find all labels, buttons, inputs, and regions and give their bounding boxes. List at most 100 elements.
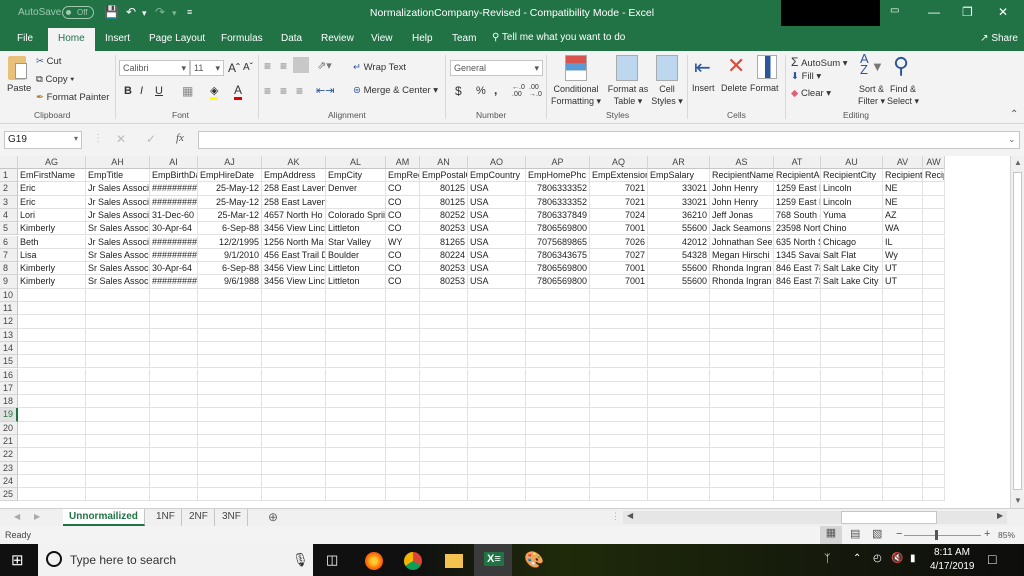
table-cell[interactable] (86, 421, 150, 435)
table-cell[interactable] (923, 222, 945, 236)
table-cell[interactable] (198, 395, 262, 409)
table-cell[interactable] (86, 408, 150, 422)
table-cell[interactable] (883, 315, 923, 329)
table-cell[interactable]: Jeff Jonas (710, 208, 774, 223)
table-cell[interactable] (590, 408, 648, 422)
table-cell[interactable] (150, 421, 198, 435)
table-cell[interactable] (821, 355, 883, 369)
table-cell[interactable]: Littleton (326, 222, 386, 236)
table-cell[interactable] (420, 488, 468, 502)
table-cell[interactable]: 30-Apr-64 (150, 222, 198, 236)
tab-help[interactable]: Help (412, 33, 433, 44)
table-cell[interactable] (18, 355, 86, 369)
table-cell[interactable] (326, 288, 386, 302)
table-cell[interactable]: USA (468, 248, 526, 263)
table-cell[interactable] (821, 341, 883, 356)
table-cell[interactable]: ######### (150, 248, 198, 263)
table-cell[interactable]: Kimberly (18, 275, 86, 289)
column-header-an[interactable]: AN (420, 156, 468, 169)
table-cell[interactable] (262, 341, 326, 356)
table-cell[interactable] (150, 448, 198, 462)
table-cell[interactable] (150, 435, 198, 449)
table-cell[interactable] (923, 315, 945, 329)
table-cell[interactable]: CO (386, 182, 420, 196)
table-cell[interactable] (386, 315, 420, 329)
sheet-tab-1nf[interactable]: 1NF (150, 509, 182, 526)
table-cell[interactable] (420, 315, 468, 329)
table-cell[interactable]: 7027 (590, 248, 648, 263)
format-painter-button[interactable]: ✒ Format Painter (36, 92, 109, 103)
table-cell[interactable] (923, 488, 945, 502)
table-cell[interactable] (150, 302, 198, 316)
table-cell[interactable] (526, 355, 590, 369)
table-cell[interactable] (468, 461, 526, 475)
sort-filter-icon[interactable]: AZ (860, 52, 869, 76)
table-cell[interactable] (326, 195, 386, 209)
table-cell[interactable]: USA (468, 235, 526, 249)
table-cell[interactable] (86, 302, 150, 316)
zoom-slider-thumb[interactable] (935, 530, 938, 540)
table-cell[interactable] (86, 488, 150, 502)
header-cell[interactable]: EmpCountry (468, 169, 526, 183)
align-right-icon[interactable]: ≡ (296, 84, 303, 98)
table-cell[interactable]: CO (386, 208, 420, 223)
table-cell[interactable]: 635 North S (774, 235, 821, 249)
table-cell[interactable]: Jr Sales Associa (86, 195, 150, 209)
zoom-in-button[interactable]: + (984, 528, 990, 540)
table-cell[interactable]: John Henry (710, 182, 774, 196)
table-cell[interactable] (648, 302, 710, 316)
table-cell[interactable]: 7001 (590, 222, 648, 236)
table-cell[interactable] (923, 421, 945, 435)
table-cell[interactable]: Jr Sales Associa (86, 235, 150, 249)
column-header-av[interactable]: AV (883, 156, 923, 169)
table-cell[interactable]: USA (468, 222, 526, 236)
table-cell[interactable] (86, 435, 150, 449)
find-select-button[interactable]: Find & Select ▾ (887, 83, 919, 107)
table-cell[interactable] (468, 302, 526, 316)
table-cell[interactable] (198, 315, 262, 329)
table-cell[interactable]: Johnathan Seel (710, 235, 774, 249)
table-cell[interactable] (326, 395, 386, 409)
table-cell[interactable] (386, 408, 420, 422)
volume-muted-icon[interactable]: 🔇 (891, 553, 903, 564)
row-header-1[interactable]: 1 (0, 169, 18, 183)
column-header-as[interactable]: AS (710, 156, 774, 169)
table-cell[interactable]: Kimberly (18, 222, 86, 236)
table-cell[interactable] (420, 328, 468, 342)
table-cell[interactable] (198, 488, 262, 502)
format-as-table-icon[interactable] (616, 55, 638, 81)
table-cell[interactable] (923, 448, 945, 462)
table-cell[interactable] (262, 461, 326, 475)
table-cell[interactable] (923, 474, 945, 489)
table-cell[interactable] (18, 474, 86, 489)
table-cell[interactable] (18, 461, 86, 475)
table-cell[interactable] (923, 208, 945, 223)
insert-button[interactable]: Insert (692, 83, 715, 93)
table-cell[interactable] (386, 355, 420, 369)
column-header-ag[interactable]: AG (18, 156, 86, 169)
table-cell[interactable] (150, 381, 198, 396)
table-cell[interactable] (710, 395, 774, 409)
table-cell[interactable] (710, 302, 774, 316)
table-cell[interactable] (18, 408, 86, 422)
table-cell[interactable] (774, 488, 821, 502)
collapse-ribbon-icon[interactable]: ⌃ (1010, 109, 1018, 120)
table-cell[interactable] (883, 341, 923, 356)
table-cell[interactable] (86, 461, 150, 475)
table-cell[interactable]: Eric (18, 182, 86, 196)
table-cell[interactable] (710, 421, 774, 435)
table-cell[interactable] (386, 381, 420, 396)
table-cell[interactable]: 80253 (420, 222, 468, 236)
table-cell[interactable] (710, 381, 774, 396)
table-cell[interactable] (710, 474, 774, 489)
table-cell[interactable] (386, 461, 420, 475)
table-cell[interactable] (150, 355, 198, 369)
horizontal-scrollbar[interactable]: ◀ ▶ (623, 511, 1007, 524)
table-cell[interactable] (198, 408, 262, 422)
table-cell[interactable]: 4657 North Ho (262, 208, 326, 223)
row-header-21[interactable]: 21 (0, 435, 18, 449)
table-cell[interactable] (648, 448, 710, 462)
table-cell[interactable] (420, 435, 468, 449)
increase-font-icon[interactable]: Aˆ (228, 61, 240, 75)
table-cell[interactable]: 3456 View Linc (262, 275, 326, 289)
